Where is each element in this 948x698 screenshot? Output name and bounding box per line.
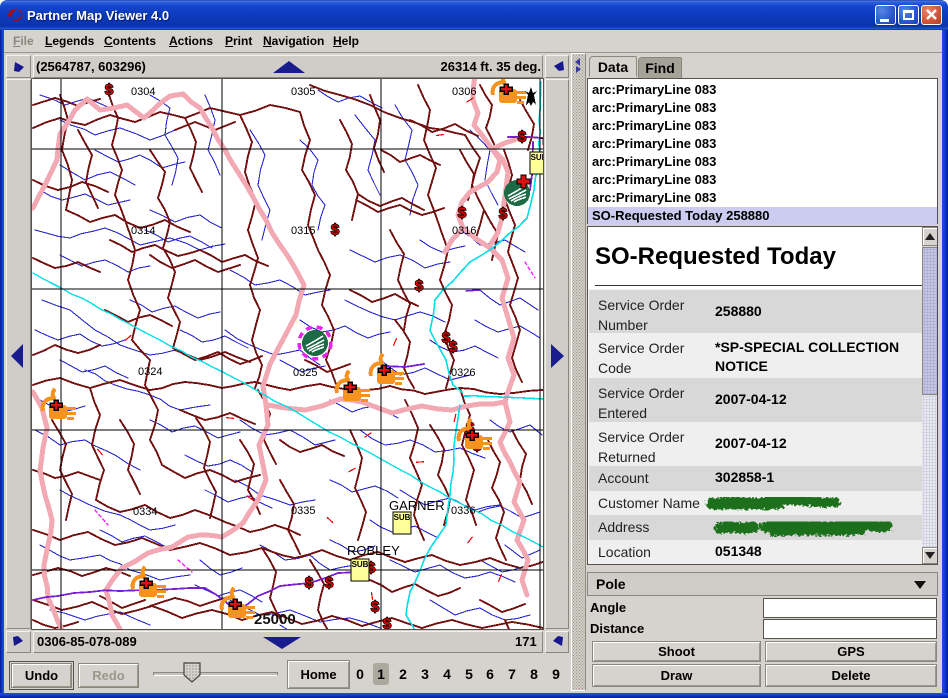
svg-text:0326: 0326 xyxy=(451,367,475,379)
svg-text:ROBLEY: ROBLEY xyxy=(347,543,400,558)
svg-text:0315: 0315 xyxy=(291,225,315,237)
svg-text:$: $ xyxy=(105,82,114,99)
svg-text:$: $ xyxy=(331,222,340,239)
svg-text:$: $ xyxy=(499,206,508,223)
svg-text:SUB: SUB xyxy=(352,560,369,569)
svg-text:$: $ xyxy=(518,129,527,146)
svg-text:$: $ xyxy=(383,616,392,630)
svg-text:0304: 0304 xyxy=(131,86,155,98)
svg-text:$: $ xyxy=(458,205,467,222)
svg-text:$: $ xyxy=(305,575,314,592)
svg-text:SUB: SUB xyxy=(531,153,543,162)
svg-text:$: $ xyxy=(371,599,380,616)
svg-text:0305: 0305 xyxy=(291,86,315,98)
svg-text:0324: 0324 xyxy=(138,366,162,378)
svg-text:0325: 0325 xyxy=(293,367,317,379)
svg-text:0314: 0314 xyxy=(131,225,155,237)
svg-text:0336: 0336 xyxy=(451,505,475,517)
svg-text:0334: 0334 xyxy=(133,506,157,518)
svg-text:TS: TS xyxy=(540,137,543,148)
svg-text:$: $ xyxy=(325,575,334,592)
svg-text:25000: 25000 xyxy=(254,611,296,628)
svg-text:0306: 0306 xyxy=(452,86,476,98)
svg-text:$: $ xyxy=(415,278,424,295)
svg-text:0335: 0335 xyxy=(291,505,315,517)
svg-text:$: $ xyxy=(449,339,458,356)
svg-text:0316: 0316 xyxy=(452,225,476,237)
svg-text:GARNER: GARNER xyxy=(389,498,445,513)
svg-text:SUB: SUB xyxy=(394,513,411,522)
